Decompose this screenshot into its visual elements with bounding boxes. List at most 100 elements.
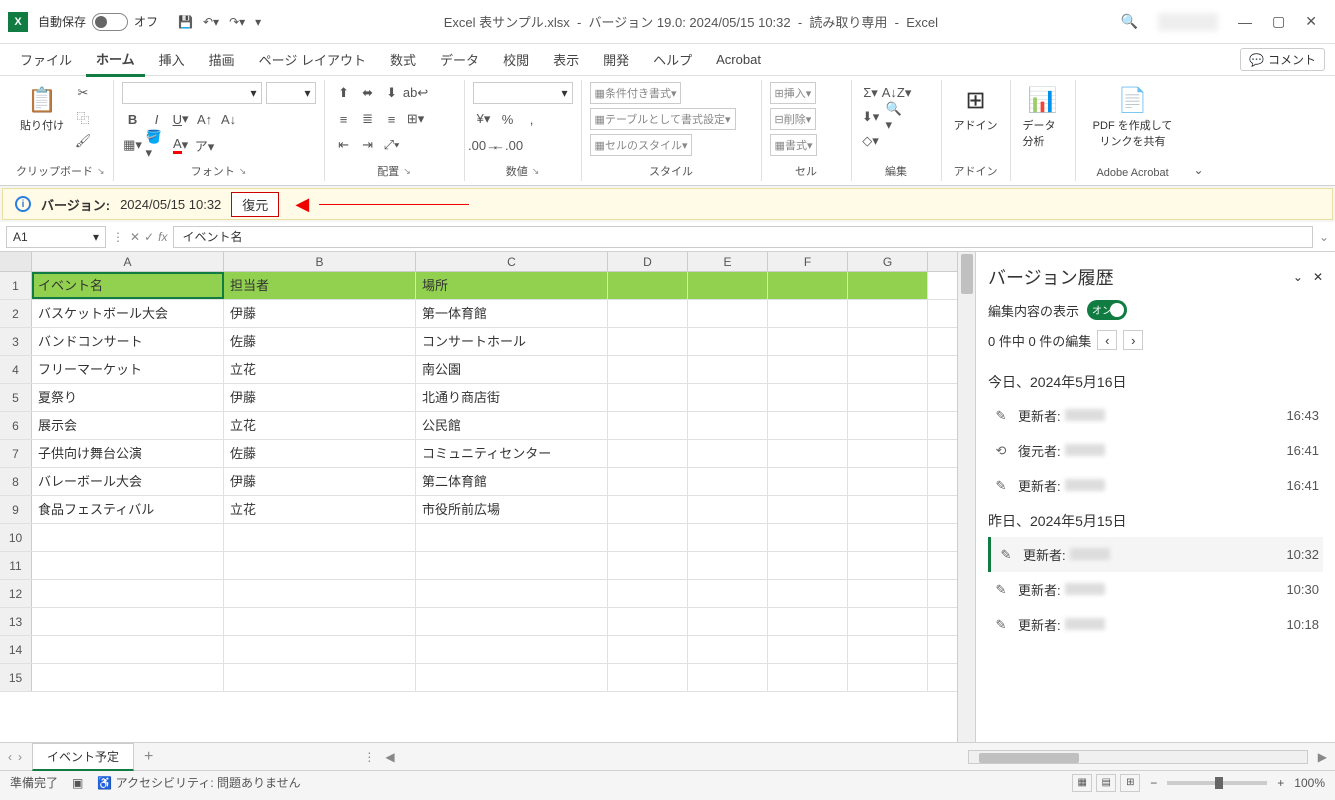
cell-B4[interactable]: 立花 — [224, 356, 416, 383]
redo-icon[interactable]: ↷▾ — [229, 15, 245, 29]
align-right-icon[interactable]: ≡ — [381, 108, 403, 130]
cell-G8[interactable] — [848, 468, 928, 495]
add-sheet-button[interactable]: + — [144, 748, 153, 766]
row-header[interactable]: 13 — [0, 608, 32, 635]
cell-F5[interactable] — [768, 384, 848, 411]
minimize-icon[interactable]: — — [1238, 14, 1252, 30]
orientation-icon[interactable]: ⤢▾ — [381, 134, 403, 156]
zoom-out-button[interactable]: − — [1150, 776, 1157, 790]
cell-D3[interactable] — [608, 328, 688, 355]
decrease-indent-icon[interactable]: ⇤ — [333, 134, 355, 156]
cell-G5[interactable] — [848, 384, 928, 411]
cell-C15[interactable] — [416, 664, 608, 691]
delete-cells-button[interactable]: ⊟ 削除 ▾ — [770, 108, 817, 130]
cell-C6[interactable]: 公民館 — [416, 412, 608, 439]
cell-G7[interactable] — [848, 440, 928, 467]
cell-B8[interactable]: 伊藤 — [224, 468, 416, 495]
cell-G15[interactable] — [848, 664, 928, 691]
cell-styles-button[interactable]: ▦ セルのスタイル ▾ — [590, 134, 693, 156]
close-icon[interactable]: ✕ — [1305, 13, 1317, 30]
merge-icon[interactable]: ⊞▾ — [405, 108, 427, 130]
cell-A14[interactable] — [32, 636, 224, 663]
cell-E8[interactable] — [688, 468, 768, 495]
clipboard-launcher-icon[interactable]: ↘ — [97, 166, 105, 177]
cell-A12[interactable] — [32, 580, 224, 607]
save-icon[interactable]: 💾 — [178, 15, 193, 29]
col-header-E[interactable]: E — [688, 252, 768, 271]
cell-G2[interactable] — [848, 300, 928, 327]
cut-icon[interactable]: ✂ — [72, 82, 94, 104]
currency-icon[interactable]: ¥▾ — [473, 108, 495, 130]
cell-D9[interactable] — [608, 496, 688, 523]
cell-C8[interactable]: 第二体育館 — [416, 468, 608, 495]
bold-button[interactable]: B — [122, 108, 144, 130]
insert-cells-button[interactable]: ⊞ 挿入 ▾ — [770, 82, 817, 104]
autosum-icon[interactable]: Σ▾ — [860, 82, 882, 104]
cell-A6[interactable]: 展示会 — [32, 412, 224, 439]
wrap-text-icon[interactable]: ab↩ — [405, 82, 427, 104]
cell-G10[interactable] — [848, 524, 928, 551]
cell-D6[interactable] — [608, 412, 688, 439]
copy-icon[interactable]: ⿻ — [72, 106, 94, 128]
italic-button[interactable]: I — [146, 108, 168, 130]
tab-view[interactable]: 表示 — [543, 44, 589, 75]
cell-E9[interactable] — [688, 496, 768, 523]
cell-D4[interactable] — [608, 356, 688, 383]
cell-B5[interactable]: 伊藤 — [224, 384, 416, 411]
align-left-icon[interactable]: ≡ — [333, 108, 355, 130]
cell-F6[interactable] — [768, 412, 848, 439]
cell-G13[interactable] — [848, 608, 928, 635]
cell-F9[interactable] — [768, 496, 848, 523]
col-header-C[interactable]: C — [416, 252, 608, 271]
cell-B3[interactable]: 佐藤 — [224, 328, 416, 355]
cell-C13[interactable] — [416, 608, 608, 635]
cell-E7[interactable] — [688, 440, 768, 467]
cell-F11[interactable] — [768, 552, 848, 579]
col-header-B[interactable]: B — [224, 252, 416, 271]
row-header[interactable]: 15 — [0, 664, 32, 691]
vertical-scrollbar[interactable] — [957, 252, 975, 742]
cell-C7[interactable]: コミュニティセンター — [416, 440, 608, 467]
version-item[interactable]: ✎更新者:16:41 — [988, 468, 1323, 503]
cell-D14[interactable] — [608, 636, 688, 663]
cell-F15[interactable] — [768, 664, 848, 691]
col-header-A[interactable]: A — [32, 252, 224, 271]
page-break-view-icon[interactable]: ⊞ — [1120, 774, 1140, 792]
cell-G4[interactable] — [848, 356, 928, 383]
font-color-icon[interactable]: A▾ — [170, 134, 192, 156]
select-all-corner[interactable] — [0, 252, 32, 271]
row-header[interactable]: 1 — [0, 272, 32, 299]
tab-review[interactable]: 校閲 — [493, 44, 539, 75]
cell-B13[interactable] — [224, 608, 416, 635]
cell-B6[interactable]: 立花 — [224, 412, 416, 439]
tab-help[interactable]: ヘルプ — [643, 44, 702, 75]
search-icon[interactable]: 🔍 — [1121, 13, 1138, 30]
row-header[interactable]: 2 — [0, 300, 32, 327]
cell-G9[interactable] — [848, 496, 928, 523]
cell-D15[interactable] — [608, 664, 688, 691]
data-analysis-button[interactable]: 📊 データ分析 — [1019, 82, 1067, 153]
horizontal-scrollbar[interactable] — [968, 750, 1308, 764]
cell-G11[interactable] — [848, 552, 928, 579]
cell-A8[interactable]: バレーボール大会 — [32, 468, 224, 495]
cell-E14[interactable] — [688, 636, 768, 663]
conditional-format-button[interactable]: ▦ 条件付き書式 ▾ — [590, 82, 682, 104]
comment-button[interactable]: 💬 コメント — [1240, 48, 1325, 71]
increase-font-icon[interactable]: A↑ — [194, 108, 216, 130]
cell-C9[interactable]: 市役所前広場 — [416, 496, 608, 523]
version-item[interactable]: ✎更新者:10:18 — [988, 607, 1323, 642]
cell-E12[interactable] — [688, 580, 768, 607]
cell-G1[interactable] — [848, 272, 928, 299]
cell-G6[interactable] — [848, 412, 928, 439]
cell-A3[interactable]: バンドコンサート — [32, 328, 224, 355]
cell-B10[interactable] — [224, 524, 416, 551]
cell-A2[interactable]: バスケットボール大会 — [32, 300, 224, 327]
cell-A1[interactable]: イベント名 — [32, 272, 224, 299]
row-header[interactable]: 8 — [0, 468, 32, 495]
prev-edit-button[interactable]: ‹ — [1097, 330, 1117, 350]
font-name-combo[interactable]: ▾ — [122, 82, 262, 104]
cell-E10[interactable] — [688, 524, 768, 551]
fx-icon[interactable]: fx — [158, 230, 167, 244]
cell-D12[interactable] — [608, 580, 688, 607]
sheet-tab-active[interactable]: イベント予定 — [32, 743, 134, 771]
